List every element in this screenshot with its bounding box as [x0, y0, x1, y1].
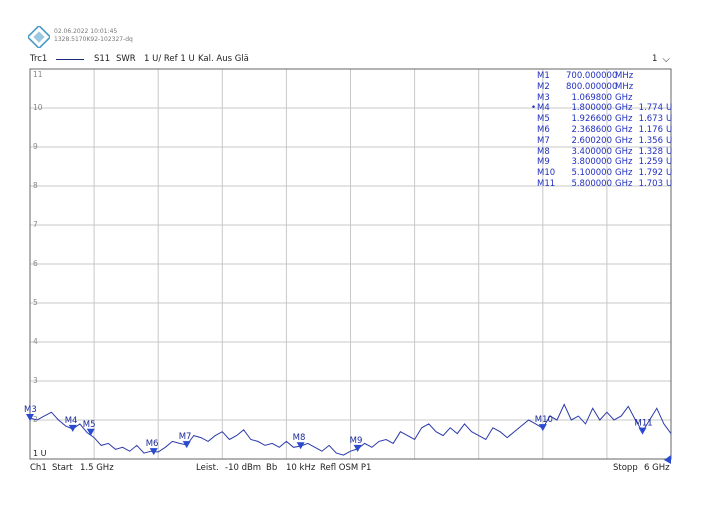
marker-value-unit: U: [666, 146, 673, 157]
marker-frequency-unit: GHz: [615, 146, 633, 157]
marker-name: M10: [537, 168, 556, 179]
marker-row[interactable]: • M4 1.800000 GHz 1.774 U: [531, 103, 673, 114]
marker-name: M7: [537, 135, 550, 146]
y-tick-label: 8: [33, 181, 38, 190]
marker-name: M3: [537, 92, 550, 103]
marker-name: M5: [537, 114, 550, 125]
marker-table: M1 700.000000 MHz M2 800.000000 MHz M3 1.069800…: [531, 71, 673, 190]
marker-label: M3: [24, 405, 37, 415]
marker-frequency-unit: GHz: [615, 178, 633, 189]
marker-row[interactable]: M2 800.000000 MHz: [537, 82, 671, 93]
marker-frequency: 700.000000: [566, 71, 618, 81]
source-power[interactable]: -10 dBm: [225, 463, 261, 473]
y-tick-label: 5: [33, 298, 38, 307]
marker-name: M11: [537, 178, 556, 189]
marker-value-unit: U: [666, 103, 673, 114]
marker-value-unit: U: [666, 114, 673, 125]
marker-value-unit: U: [666, 157, 673, 168]
marker-frequency: 1.069800: [571, 92, 612, 103]
marker-label: M10: [535, 415, 553, 425]
power-label: Leist.: [196, 463, 219, 473]
marker-row[interactable]: M6 2.368600 GHz 1.176 U: [537, 124, 673, 136]
marker-triangle[interactable]: [296, 442, 305, 450]
marker-row[interactable]: M10 5.100000 GHz 1.792 U: [537, 168, 673, 179]
marker-frequency-unit: GHz: [615, 135, 633, 146]
marker-row[interactable]: M5 1.926600 GHz 1.673 U: [537, 114, 673, 125]
marker-frequency: 1.800000: [571, 103, 612, 114]
marker-frequency-unit: GHz: [615, 124, 633, 135]
marker-triangle[interactable]: [638, 427, 647, 435]
marker-name: M8: [537, 146, 550, 157]
if-bandwidth[interactable]: 10 kHz: [286, 463, 315, 473]
marker-frequency-unit: MHz: [615, 81, 634, 92]
marker-row[interactable]: M9 3.800000 GHz 1.259 U: [537, 157, 673, 168]
marker-row[interactable]: M8 3.400000 GHz 1.328 U: [537, 146, 673, 158]
marker-name: M1: [537, 71, 550, 81]
marker-label: M7: [179, 432, 192, 442]
marker-value: 1.792: [638, 168, 663, 179]
marker-frequency-unit: GHz: [615, 157, 633, 168]
marker-value: 1.259: [638, 157, 663, 168]
active-marker-indicator: •: [531, 103, 537, 114]
start-frequency[interactable]: 1.5 GHz: [80, 463, 114, 473]
marker-frequency: 3.800000: [571, 157, 612, 168]
port-config: Refl OSM P1: [320, 463, 372, 473]
marker-frequency: 5.800000: [571, 178, 612, 189]
marker-frequency-unit: GHz: [615, 92, 633, 103]
marker-value: 1.703: [638, 178, 663, 189]
marker-value: 1.673: [638, 114, 663, 125]
marker-frequency-unit: MHz: [615, 71, 634, 81]
marker-row[interactable]: M7 2.600200 GHz 1.356 U: [537, 135, 673, 147]
marker-row[interactable]: M1 700.000000 MHz: [537, 71, 671, 82]
start-label: Start: [52, 463, 73, 473]
marker-triangle[interactable]: [353, 444, 362, 452]
y-tick-label: 7: [33, 220, 38, 229]
channel-label: Ch1: [30, 463, 47, 473]
marker-frequency-unit: GHz: [615, 103, 633, 114]
y-tick-label: 3: [33, 376, 38, 385]
marker-name: M2: [537, 81, 550, 92]
reference-label: 1 U: [33, 449, 47, 458]
y-tick-label: 11: [33, 70, 43, 79]
marker-label: M4: [65, 416, 78, 426]
y-tick-label: 10: [33, 103, 43, 112]
marker-frequency: 800.000000: [566, 81, 618, 92]
marker-name: M4: [537, 103, 550, 114]
y-tick-label: 6: [33, 259, 38, 268]
marker-frequency: 2.600200: [571, 135, 612, 146]
marker-label: M6: [146, 439, 159, 449]
marker-value: 1.328: [638, 146, 663, 157]
y-tick-label: 4: [33, 337, 38, 346]
marker-frequency-unit: GHz: [615, 168, 633, 179]
marker-frequency: 2.368600: [571, 124, 612, 135]
marker-name: M9: [537, 157, 550, 168]
stop-label: Stopp: [613, 463, 638, 473]
marker-value: 1.774: [638, 103, 663, 114]
marker-label: M5: [83, 420, 96, 430]
marker-value-unit: U: [666, 124, 673, 135]
marker-frequency-unit: GHz: [615, 114, 633, 125]
marker-label: M8: [293, 433, 306, 443]
channel-info-bar: Ch1 Start 1.5 GHz Leist. -10 dBm Bb 10 k…: [30, 463, 670, 475]
marker-label: M11: [635, 419, 653, 429]
marker-frequency: 1.926600: [571, 114, 612, 125]
stop-frequency[interactable]: 6 GHz: [644, 463, 670, 473]
marker-label: M9: [350, 436, 363, 446]
y-tick-label: 9: [33, 142, 38, 151]
marker-value: 1.356: [638, 135, 663, 146]
marker-row[interactable]: M11 5.800000 GHz 1.703 U: [537, 178, 673, 190]
marker-value-unit: U: [666, 178, 673, 189]
marker-triangle[interactable]: [538, 424, 547, 432]
marker-name: M6: [537, 124, 550, 135]
bandwidth-label: Bb: [266, 463, 278, 473]
marker-triangle[interactable]: [86, 428, 95, 436]
marker-value-unit: U: [666, 168, 673, 179]
marker-row[interactable]: M3 1.069800 GHz: [537, 93, 671, 104]
marker-value: 1.176: [638, 124, 663, 135]
marker-value-unit: U: [666, 135, 673, 146]
marker-frequency: 5.100000: [571, 168, 612, 179]
marker-frequency: 3.400000: [571, 146, 612, 157]
